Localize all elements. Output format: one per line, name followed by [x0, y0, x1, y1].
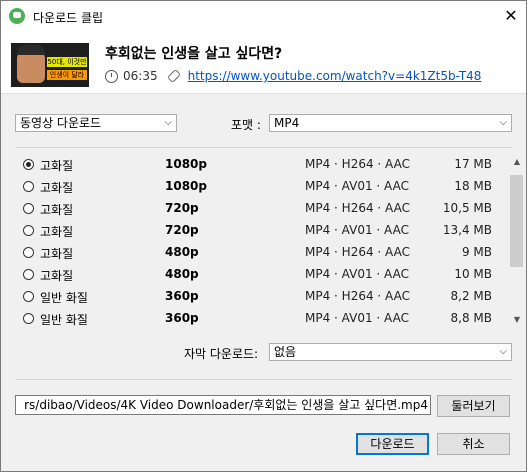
quality-label: 고화질	[40, 247, 74, 261]
size-label: 13,4 MB	[442, 223, 492, 237]
quality-label: 일반 화질	[40, 291, 88, 305]
download-dialog: 다운로드 클립 ✕ 50대, 이것만 알아도 인생이 달라진다 후회없는 인생을…	[0, 0, 527, 472]
resolution-label: 720p	[165, 223, 199, 237]
thumbnail-hair	[17, 45, 45, 55]
quality-option[interactable]: 일반 화질 360p MP4 · H264 · AAC 8,2 MB	[21, 286, 496, 308]
quality-label: 고화질	[40, 181, 74, 195]
codec-label: MP4 · AV01 · AAC	[305, 311, 409, 325]
quality-option[interactable]: 일반 화질 360p MP4 · AV01 · AAC 8,8 MB	[21, 308, 496, 330]
quality-label: 고화질	[40, 159, 74, 173]
download-type-select[interactable]: 동영상 다운로드 ⌵	[15, 114, 177, 132]
size-label: 8,2 MB	[450, 289, 492, 303]
resolution-label: 720p	[165, 201, 199, 215]
resolution-label: 1080p	[165, 157, 207, 171]
resolution-label: 480p	[165, 267, 199, 281]
chevron-down-icon: ⌵	[164, 117, 172, 128]
format-select[interactable]: MP4 ⌵	[269, 114, 512, 132]
scroll-down-arrow-icon[interactable]: ▼	[509, 313, 525, 327]
options-scrollbar[interactable]: ▲ ▼	[509, 155, 525, 327]
radio-button[interactable]	[23, 225, 34, 236]
close-button[interactable]: ✕	[496, 1, 526, 31]
video-duration: 06:35	[123, 69, 158, 83]
video-meta: 06:35 https://www.youtube.com/watch?v=4k…	[105, 68, 481, 84]
quality-option[interactable]: 고화질 720p MP4 · H264 · AAC 10,5 MB	[21, 198, 496, 220]
codec-label: MP4 · H264 · AAC	[305, 201, 410, 215]
scrollbar-thumb[interactable]	[510, 175, 523, 267]
size-label: 18 MB	[454, 179, 492, 193]
window-title: 다운로드 클립	[33, 11, 104, 25]
size-label: 10 MB	[454, 267, 492, 281]
subtitles-label: 자막 다운로드:	[184, 347, 259, 361]
codec-label: MP4 · H264 · AAC	[305, 289, 410, 303]
quality-label: 고화질	[40, 269, 74, 283]
quality-label: 일반 화질	[40, 313, 88, 327]
subtitles-select[interactable]: 없음 ⌵	[269, 343, 512, 361]
resolution-label: 360p	[165, 311, 199, 325]
scroll-up-arrow-icon[interactable]: ▲	[509, 155, 525, 169]
radio-button[interactable]	[23, 291, 34, 302]
radio-button[interactable]	[23, 313, 34, 324]
quality-label: 고화질	[40, 225, 74, 239]
radio-button-selected[interactable]	[23, 159, 34, 170]
video-url-link[interactable]: https://www.youtube.com/watch?v=4k1Zt5b-…	[188, 69, 482, 83]
quality-option[interactable]: 고화질 480p MP4 · AV01 · AAC 10 MB	[21, 264, 496, 286]
size-label: 10,5 MB	[442, 201, 492, 215]
radio-button[interactable]	[23, 181, 34, 192]
quality-option[interactable]: 고화질 720p MP4 · AV01 · AAC 13,4 MB	[21, 220, 496, 242]
save-path-field[interactable]: rs/dibao/Videos/4K Video Downloader/후회없는…	[15, 395, 431, 415]
radio-button[interactable]	[23, 203, 34, 214]
clock-icon	[105, 69, 118, 83]
download-type-value: 동영상 다운로드	[20, 116, 102, 130]
size-label: 9 MB	[461, 245, 492, 259]
title-bar: 다운로드 클립 ✕	[1, 1, 526, 31]
save-path-value: rs/dibao/Videos/4K Video Downloader/후회없는…	[24, 398, 428, 412]
codec-label: MP4 · AV01 · AAC	[305, 179, 409, 193]
chevron-down-icon: ⌵	[499, 117, 507, 128]
chevron-down-icon: ⌵	[499, 346, 507, 357]
codec-label: MP4 · AV01 · AAC	[305, 267, 409, 281]
quality-option[interactable]: 고화질 480p MP4 · H264 · AAC 9 MB	[21, 242, 496, 264]
codec-label: MP4 · AV01 · AAC	[305, 223, 409, 237]
download-button[interactable]: 다운로드	[356, 433, 429, 455]
codec-label: MP4 · H264 · AAC	[305, 245, 410, 259]
separator-top	[15, 147, 512, 148]
subtitles-value: 없음	[274, 345, 297, 359]
resolution-label: 1080p	[165, 179, 207, 193]
quality-label: 고화질	[40, 203, 74, 217]
resolution-label: 480p	[165, 245, 199, 259]
video-info-header: 50대, 이것만 알아도 인생이 달라진다 후회없는 인생을 살고 싶다면? 0…	[1, 31, 526, 94]
resolution-label: 360p	[165, 289, 199, 303]
radio-button[interactable]	[23, 269, 34, 280]
format-value: MP4	[274, 116, 300, 130]
thumbnail-caption-bottom: 인생이 달라진다	[47, 70, 87, 80]
size-label: 8,8 MB	[450, 311, 492, 325]
separator-bottom	[15, 379, 512, 380]
app-logo-icon	[9, 8, 25, 24]
link-icon	[166, 68, 181, 84]
cancel-button[interactable]: 취소	[437, 433, 510, 455]
format-label: 포맷 :	[231, 118, 261, 132]
video-thumbnail: 50대, 이것만 알아도 인생이 달라진다	[11, 43, 89, 87]
codec-label: MP4 · H264 · AAC	[305, 157, 410, 171]
thumbnail-caption-top: 50대, 이것만 알아도	[47, 57, 87, 67]
browse-button[interactable]: 둘러보기	[437, 395, 510, 417]
radio-button[interactable]	[23, 247, 34, 258]
quality-option[interactable]: 고화질 1080p MP4 · H264 · AAC 17 MB	[21, 154, 496, 176]
size-label: 17 MB	[454, 157, 492, 171]
video-title: 후회없는 인생을 살고 싶다면?	[105, 46, 283, 62]
quality-option[interactable]: 고화질 1080p MP4 · AV01 · AAC 18 MB	[21, 176, 496, 198]
